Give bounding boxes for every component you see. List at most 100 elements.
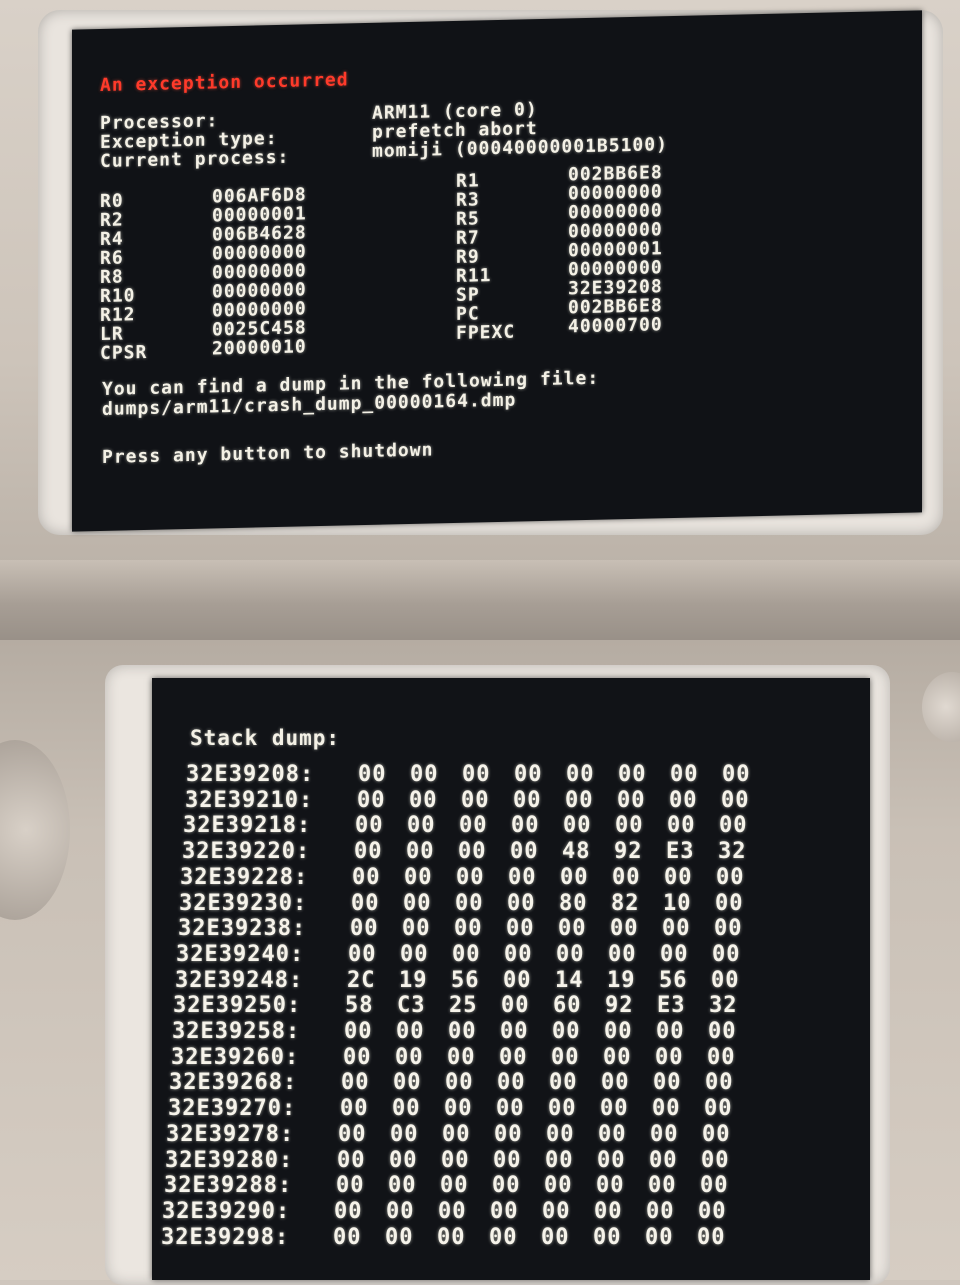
stack-dump-byte: 00 bbox=[646, 1198, 675, 1224]
stack-dump-bytes: 00 00 00 00 00 00 00 00 bbox=[348, 942, 764, 967]
stack-dump-byte: 00 bbox=[660, 941, 689, 967]
stack-dump-byte: 00 bbox=[565, 787, 594, 813]
stack-dump-bytes: 58 C3 25 00 60 92 E3 32 bbox=[345, 993, 761, 1018]
stack-dump-byte: 00 bbox=[552, 1019, 581, 1044]
stack-dump-row: 32E39270: 00 00 00 00 00 00 00 00 bbox=[168, 1096, 756, 1121]
stack-dump-byte: 00 bbox=[355, 813, 384, 839]
stack-dump-byte: 00 bbox=[385, 1224, 414, 1250]
stack-dump-byte: 00 bbox=[610, 916, 639, 942]
stack-dump-byte: E3 bbox=[657, 993, 686, 1019]
stack-dump-byte: 00 bbox=[649, 1147, 678, 1173]
stack-dump-byte: 00 bbox=[388, 1173, 417, 1199]
stack-dump-byte: 00 bbox=[697, 1224, 726, 1250]
stack-dump-byte: 00 bbox=[407, 813, 436, 839]
stack-dump-address: 32E39258: bbox=[172, 1019, 301, 1044]
stack-dump-byte: 00 bbox=[563, 813, 592, 839]
stack-dump-byte: 00 bbox=[497, 1070, 526, 1096]
stack-dump-byte: 00 bbox=[712, 941, 741, 967]
stack-dump-byte: 00 bbox=[507, 890, 536, 916]
stack-dump-address: 32E39230: bbox=[179, 890, 308, 916]
stack-dump-byte: 00 bbox=[711, 967, 740, 993]
stack-dump-byte: 00 bbox=[506, 916, 535, 942]
stack-dump-address: 32E39268: bbox=[169, 1070, 298, 1096]
stack-dump-byte: 00 bbox=[656, 1019, 685, 1044]
stack-dump-byte: 00 bbox=[698, 1198, 727, 1224]
stack-dump-byte: C3 bbox=[397, 993, 426, 1019]
stack-dump-byte: 00 bbox=[604, 1019, 633, 1044]
stack-dump-byte: 00 bbox=[511, 813, 540, 839]
stack-dump-byte: 00 bbox=[455, 890, 484, 916]
stack-dump-address: 32E39228: bbox=[180, 864, 309, 890]
stack-dump-row: 32E39238: 00 00 00 00 00 00 00 00 bbox=[178, 916, 766, 941]
stack-dump-byte: 00 bbox=[404, 864, 433, 890]
stack-dump-byte: 00 bbox=[705, 1070, 734, 1096]
stack-dump-byte: 00 bbox=[501, 993, 530, 1019]
stack-dump-byte: 00 bbox=[542, 1198, 571, 1224]
stack-dump-byte: 00 bbox=[652, 1096, 681, 1122]
stack-dump-address: 32E39240: bbox=[176, 941, 305, 967]
shutdown-prompt: Press any button to shutdown bbox=[102, 439, 434, 468]
stack-dump-byte: 92 bbox=[605, 993, 634, 1019]
stack-dump-byte: 60 bbox=[553, 993, 582, 1019]
stack-dump-byte: 00 bbox=[650, 1121, 679, 1147]
stack-dump-bytes: 00 00 00 00 00 00 00 00 bbox=[343, 1045, 759, 1070]
stack-dump-byte: 00 bbox=[448, 1019, 477, 1044]
stack-dump-byte: 00 bbox=[348, 941, 377, 967]
stack-dump-bytes: 00 00 00 00 00 00 00 00 bbox=[334, 1199, 750, 1224]
stack-dump-byte: 00 bbox=[593, 1224, 622, 1250]
stack-dump-byte: 48 bbox=[562, 839, 591, 865]
stack-dump-address: 32E39250: bbox=[173, 993, 302, 1019]
stack-dump-byte: 00 bbox=[603, 1044, 632, 1070]
stack-dump-byte: 00 bbox=[456, 864, 485, 890]
stack-dump-byte: 00 bbox=[357, 787, 386, 813]
register-name: CPSR bbox=[100, 341, 148, 365]
stack-dump-byte: 82 bbox=[611, 890, 640, 916]
stack-dump-row: 32E39210: 00 00 00 00 00 00 00 00 bbox=[185, 788, 773, 813]
stack-dump-address: 32E39248: bbox=[175, 967, 304, 993]
stack-dump-byte: 00 bbox=[617, 787, 646, 813]
stack-dump-bytes: 00 00 00 00 00 00 00 00 bbox=[338, 1122, 754, 1147]
stack-dump-byte: 00 bbox=[601, 1070, 630, 1096]
stack-dump-byte: 00 bbox=[618, 762, 647, 787]
stack-dump-address: 32E39290: bbox=[162, 1198, 291, 1224]
stack-dump-byte: 00 bbox=[354, 839, 383, 865]
stack-dump-byte: 00 bbox=[598, 1121, 627, 1147]
stack-dump-byte: 00 bbox=[546, 1121, 575, 1147]
stack-dump-byte: 00 bbox=[549, 1070, 578, 1096]
stack-dump-byte: 58 bbox=[345, 993, 374, 1019]
stack-dump-byte: 00 bbox=[445, 1070, 474, 1096]
stack-dump-byte: 00 bbox=[393, 1070, 422, 1096]
stack-dump-byte: 00 bbox=[510, 839, 539, 865]
stack-dump-byte: 19 bbox=[607, 967, 636, 993]
stack-dump-byte: 00 bbox=[386, 1198, 415, 1224]
stack-dump-byte: 00 bbox=[500, 1019, 529, 1044]
stack-dump-byte: 00 bbox=[389, 1147, 418, 1173]
register-name: FPEXC bbox=[456, 321, 516, 344]
stack-dump-byte: 00 bbox=[352, 864, 381, 890]
bottom-screen: Stack dump: 32E39208: 00 00 00 00 00 00 00 00 32E… bbox=[152, 678, 870, 1280]
stack-dump-byte: 00 bbox=[556, 941, 585, 967]
stack-dump-byte: 00 bbox=[462, 762, 491, 787]
stack-dump-row: 32E39230: 00 00 00 00 80 82 10 00 bbox=[179, 891, 767, 916]
stack-dump-byte: 00 bbox=[594, 1198, 623, 1224]
stack-dump-byte: 00 bbox=[645, 1224, 674, 1250]
stack-dump-address: 32E39270: bbox=[168, 1096, 297, 1122]
stack-dump-byte: 00 bbox=[344, 1019, 373, 1044]
stack-dump-byte: 00 bbox=[648, 1173, 677, 1199]
stack-dump-byte: 00 bbox=[392, 1096, 421, 1122]
stack-dump-byte: 00 bbox=[441, 1147, 470, 1173]
stack-dump-title: Stack dump: bbox=[190, 726, 341, 750]
stack-dump-row: 32E39268: 00 00 00 00 00 00 00 00 bbox=[169, 1070, 757, 1095]
stack-dump-byte: 00 bbox=[395, 1044, 424, 1070]
stack-dump-bytes: 2C 19 56 00 14 19 56 00 bbox=[347, 968, 763, 993]
stack-dump-bytes: 00 00 00 00 00 00 00 00 bbox=[336, 1173, 752, 1198]
stack-dump-byte: 00 bbox=[390, 1121, 419, 1147]
stack-dump-row: 32E39220: 00 00 00 00 48 92 E3 32 bbox=[182, 839, 770, 864]
stack-dump-address: 32E39210: bbox=[185, 787, 314, 813]
stack-dump-address: 32E39218: bbox=[183, 813, 312, 839]
stack-dump-byte: 00 bbox=[489, 1224, 518, 1250]
stack-dump-byte: 00 bbox=[410, 762, 439, 787]
stack-dump-address: 32E39220: bbox=[182, 839, 311, 865]
stack-dump-byte: 00 bbox=[438, 1198, 467, 1224]
stack-dump-byte: 00 bbox=[600, 1096, 629, 1122]
